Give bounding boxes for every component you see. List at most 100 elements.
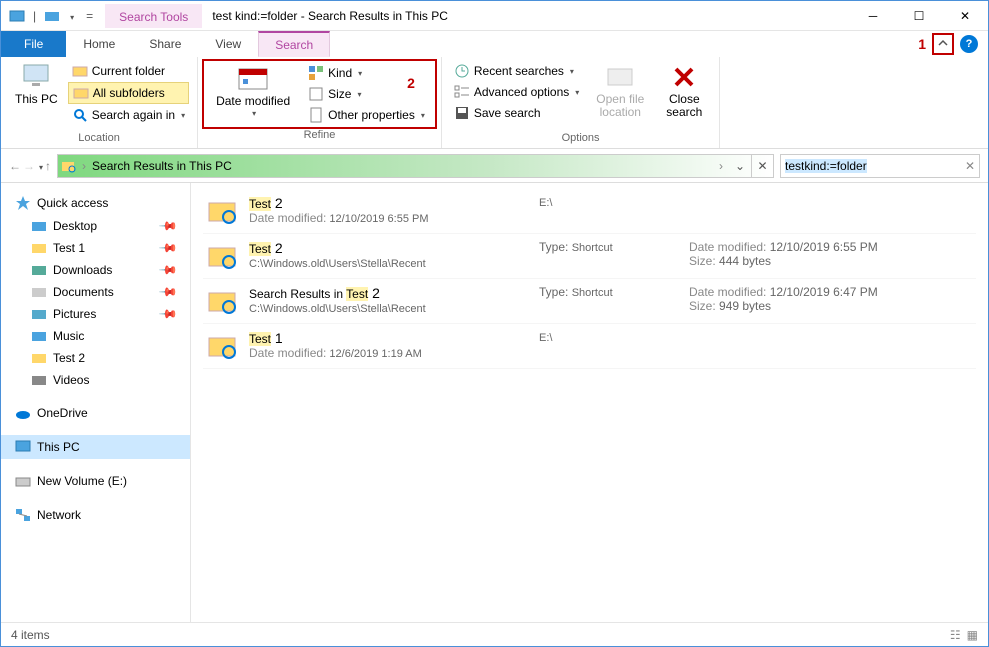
search-value-selected: test [785, 159, 804, 173]
sidebar-quick-access[interactable]: Quick access [1, 191, 190, 215]
large-icons-view-button[interactable]: ▦ [967, 628, 978, 642]
sidebar-onedrive[interactable]: OneDrive [1, 401, 190, 425]
nav-back-button[interactable]: ← [9, 159, 21, 173]
tabbar: File Home Share View Search 1 ? [1, 31, 988, 57]
result-meta: Date modified: 12/10/2019 6:55 PM Size: … [689, 240, 878, 268]
address-path[interactable]: Search Results in This PC [88, 159, 713, 173]
collapse-ribbon-button[interactable] [932, 33, 954, 55]
date-modified-button[interactable]: Date modified [210, 63, 296, 125]
sidebar-this-pc[interactable]: This PC [1, 435, 190, 459]
result-type: E:\ [539, 195, 679, 209]
result-row[interactable]: Test 1 Date modified: 12/6/2019 1:19 AM … [203, 324, 976, 369]
result-row[interactable]: Test 2 C:\Windows.old\Users\Stella\Recen… [203, 234, 976, 279]
search-again-button[interactable]: Search again in [68, 105, 189, 125]
sidebar-item-label: Test 2 [53, 351, 85, 365]
all-subfolders-button[interactable]: All subfolders [68, 82, 189, 104]
tab-file[interactable]: File [1, 31, 66, 57]
size-icon [308, 86, 324, 102]
qat-eq: = [82, 9, 97, 23]
sidebar: Quick access Desktop📌Test 1📌Downloads📌Do… [1, 183, 191, 622]
close-search-label: Close search [663, 93, 705, 119]
minimize-button[interactable]: ─ [850, 1, 896, 31]
result-type: E:\ [539, 330, 679, 344]
sidebar-item-label: Music [53, 329, 84, 343]
star-icon [15, 195, 31, 211]
search-tools-tab[interactable]: Search Tools [105, 4, 202, 28]
sidebar-item-label: Pictures [53, 307, 96, 321]
sidebar-item[interactable]: Music [1, 325, 190, 347]
close-search-button[interactable]: Close search [657, 61, 711, 121]
results-list: Test 2 Date modified: 12/10/2019 6:55 PM… [191, 183, 988, 622]
options-group-label: Options [450, 132, 711, 146]
search-clear-button[interactable]: ✕ [965, 159, 975, 173]
result-icon [207, 285, 239, 317]
result-type: Type: Shortcut [539, 240, 679, 254]
close-button[interactable]: ✕ [942, 1, 988, 31]
other-properties-button[interactable]: Other properties [304, 105, 429, 125]
folder-qat-icon[interactable] [44, 8, 60, 24]
details-view-button[interactable]: ☷ [950, 628, 961, 642]
address-bar[interactable]: › Search Results in This PC › ⌄ ✕ [57, 154, 774, 178]
sidebar-item-label: Test 1 [53, 241, 85, 255]
other-properties-label: Other properties [328, 108, 415, 122]
sidebar-new-volume[interactable]: New Volume (E:) [1, 469, 190, 493]
sidebar-item-label: Documents [53, 285, 114, 299]
sidebar-item[interactable]: Downloads📌 [1, 259, 190, 281]
save-search-button[interactable]: Save search [450, 103, 583, 123]
result-title: Test 2 [249, 195, 529, 211]
sidebar-item[interactable]: Pictures📌 [1, 303, 190, 325]
sidebar-item[interactable]: Desktop📌 [1, 215, 190, 237]
refine-group-label: Refine [202, 129, 437, 143]
nav-history-button[interactable] [37, 159, 43, 173]
subfolders-icon [73, 85, 89, 101]
sidebar-item[interactable]: Test 1📌 [1, 237, 190, 259]
kind-icon [308, 65, 324, 81]
result-subtitle: C:\Windows.old\Users\Stella\Recent [249, 256, 529, 270]
tab-search[interactable]: Search [258, 31, 330, 57]
this-pc-icon [20, 63, 52, 91]
help-icon[interactable]: ? [960, 35, 978, 53]
close-x-icon [668, 63, 700, 91]
result-row[interactable]: Test 2 Date modified: 12/10/2019 6:55 PM… [203, 189, 976, 234]
search-input[interactable]: test kind:=folder ✕ [780, 154, 980, 178]
address-stop-button[interactable]: ✕ [751, 155, 773, 177]
all-subfolders-label: All subfolders [93, 86, 165, 100]
folder-icon [31, 306, 47, 322]
sidebar-item[interactable]: Test 2 [1, 347, 190, 369]
date-modified-label: Date modified [216, 95, 290, 108]
window-controls: ─ ☐ ✕ [850, 1, 988, 31]
sidebar-network[interactable]: Network [1, 503, 190, 527]
tab-share[interactable]: Share [132, 31, 198, 57]
sidebar-item[interactable]: Documents📌 [1, 281, 190, 303]
annotation-1: 1 [918, 36, 926, 52]
search-again-icon [72, 107, 88, 123]
result-subtitle: C:\Windows.old\Users\Stella\Recent [249, 301, 529, 315]
save-icon [454, 105, 470, 121]
nav-up-button[interactable]: ↑ [45, 159, 51, 173]
pin-icon: 📌 [158, 216, 178, 236]
quick-access-label: Quick access [37, 196, 108, 210]
result-row[interactable]: Search Results in Test 2 C:\Windows.old\… [203, 279, 976, 324]
this-pc-button[interactable]: This PC [9, 61, 64, 108]
tab-home[interactable]: Home [66, 31, 132, 57]
annotation-2: 2 [407, 75, 415, 91]
ribbon-group-options: Recent searches Advanced options Save se… [442, 57, 720, 148]
monitor-icon [15, 439, 31, 455]
recent-searches-button[interactable]: Recent searches [450, 61, 583, 81]
advanced-options-button[interactable]: Advanced options [450, 82, 583, 102]
sidebar-item[interactable]: Videos [1, 369, 190, 391]
address-dropdown[interactable]: ⌄ [729, 155, 751, 177]
result-title: Test 2 [249, 240, 529, 256]
drive-icon [15, 473, 31, 489]
maximize-button[interactable]: ☐ [896, 1, 942, 31]
folder-icon [72, 63, 88, 79]
tab-view[interactable]: View [198, 31, 258, 57]
ribbon: This PC Current folder All subfolders Se… [1, 57, 988, 149]
address-search-icon [58, 155, 80, 177]
qat-dropdown[interactable] [64, 9, 78, 23]
advanced-options-label: Advanced options [474, 85, 569, 99]
navbar: ← → ↑ › Search Results in This PC › ⌄ ✕ … [1, 149, 988, 183]
nav-forward-button[interactable]: → [23, 159, 35, 173]
current-folder-button[interactable]: Current folder [68, 61, 189, 81]
folder-icon [31, 284, 47, 300]
